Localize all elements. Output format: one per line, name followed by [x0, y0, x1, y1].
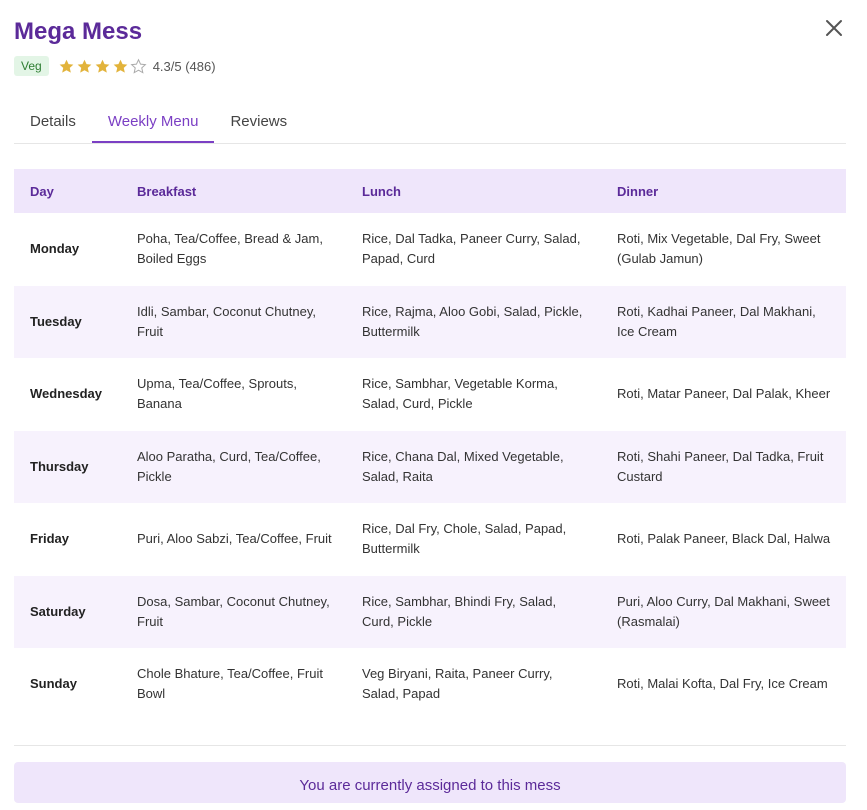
column-header-breakfast: Breakfast — [121, 169, 346, 213]
weekly-menu-table: Day Breakfast Lunch Dinner Monday Poha, … — [14, 169, 846, 721]
tab-details[interactable]: Details — [14, 101, 92, 143]
table-row: Tuesday Idli, Sambar, Coconut Chutney, F… — [14, 285, 846, 358]
column-header-dinner: Dinner — [601, 169, 846, 213]
tab-reviews[interactable]: Reviews — [214, 101, 303, 143]
dinner-cell: Roti, Palak Paneer, Black Dal, Halwa — [617, 531, 831, 547]
dinner-cell: Puri, Aloo Curry, Dal Makhani, Sweet (Ra… — [601, 575, 846, 648]
breakfast-cell: Puri, Aloo Sabzi, Tea/Coffee, Fruit — [137, 531, 332, 547]
dinner-cell: Roti, Kadhai Paneer, Dal Makhani, Ice Cr… — [601, 285, 846, 358]
day-cell: Saturday — [14, 575, 121, 648]
table-row: Wednesday Upma, Tea/Coffee, Sprouts, Ban… — [14, 358, 846, 431]
breakfast-cell: Aloo Paratha, Curd, Tea/Coffee, Pickle — [121, 430, 346, 503]
breakfast-cell: Poha, Tea/Coffee, Bread & Jam, Boiled Eg… — [137, 231, 323, 267]
mess-title: Mega Mess — [14, 18, 143, 45]
star-rating — [58, 58, 148, 75]
dinner-cell: Roti, Matar Paneer, Dal Palak, Kheer — [617, 386, 831, 402]
lunch-cell: Rice, Chana Dal, Mixed Vegetable, Salad,… — [346, 430, 601, 503]
lunch-cell: Rice, Rajma, Aloo Gobi, Salad, Pickle, B… — [346, 285, 601, 358]
day-cell: Thursday — [14, 430, 121, 503]
dinner-cell: Roti, Mix Vegetable, Dal Fry, Sweet (Gul… — [617, 231, 821, 267]
star-icon — [113, 59, 128, 73]
star-icon — [95, 59, 110, 73]
breakfast-cell: Dosa, Sambar, Coconut Chutney, Fruit — [121, 575, 346, 648]
assigned-status-banner: You are currently assigned to this mess — [14, 762, 846, 803]
table-row: Saturday Dosa, Sambar, Coconut Chutney, … — [14, 575, 846, 648]
tab-bar: Details Weekly Menu Reviews — [14, 101, 846, 144]
rating-text: 4.3/5 (486) — [152, 58, 216, 74]
star-empty-icon — [130, 58, 147, 74]
close-icon — [826, 20, 842, 36]
dinner-cell: Roti, Malai Kofta, Dal Fry, Ice Cream — [617, 676, 828, 692]
dinner-cell: Roti, Shahi Paneer, Dal Tadka, Fruit Cus… — [601, 430, 846, 503]
star-icon — [77, 59, 92, 73]
lunch-cell: Rice, Sambhar, Bhindi Fry, Salad, Curd, … — [346, 575, 601, 648]
table-row: Monday Poha, Tea/Coffee, Bread & Jam, Bo… — [14, 213, 846, 286]
tab-weekly-menu[interactable]: Weekly Menu — [91, 101, 215, 143]
table-row: Thursday Aloo Paratha, Curd, Tea/Coffee,… — [14, 430, 846, 503]
table-row: Friday Puri, Aloo Sabzi, Tea/Coffee, Fru… — [14, 503, 846, 576]
day-cell: Monday — [30, 241, 80, 257]
breakfast-cell: Idli, Sambar, Coconut Chutney, Fruit — [121, 285, 346, 358]
day-cell: Tuesday — [14, 285, 121, 358]
lunch-cell: Rice, Dal Fry, Chole, Salad, Papad, Butt… — [362, 521, 567, 557]
lunch-cell: Rice, Dal Tadka, Paneer Curry, Salad, Pa… — [362, 231, 581, 267]
star-icon — [59, 59, 74, 73]
table-row: Sunday Chole Bhature, Tea/Coffee, Fruit … — [14, 648, 846, 721]
close-button[interactable] — [822, 16, 846, 40]
lunch-cell: Rice, Sambhar, Vegetable Korma, Salad, C… — [362, 376, 558, 412]
veg-badge: Veg — [14, 56, 49, 76]
column-header-day: Day — [14, 169, 121, 213]
mess-meta: Veg 4.3/5 (486) — [14, 54, 216, 78]
breakfast-cell: Upma, Tea/Coffee, Sprouts, Banana — [137, 376, 297, 412]
table-header-row: Day Breakfast Lunch Dinner — [14, 169, 846, 213]
lunch-cell: Veg Biryani, Raita, Paneer Curry, Salad,… — [362, 666, 553, 702]
divider — [14, 745, 846, 746]
day-cell: Wednesday — [30, 386, 103, 402]
column-header-lunch: Lunch — [346, 169, 601, 213]
day-cell: Sunday — [30, 676, 77, 692]
day-cell: Friday — [30, 531, 70, 547]
breakfast-cell: Chole Bhature, Tea/Coffee, Fruit Bowl — [137, 666, 323, 702]
